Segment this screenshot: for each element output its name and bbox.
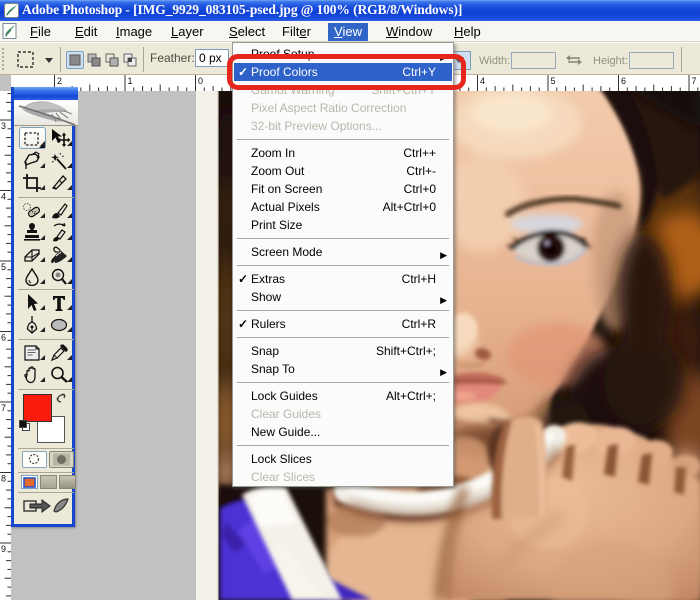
svg-text:4: 4 (480, 76, 485, 86)
svg-text:6: 6 (621, 76, 626, 86)
svg-text:1: 1 (128, 76, 133, 86)
svg-text:3: 3 (1, 121, 6, 131)
svg-text:8: 8 (1, 474, 6, 484)
svg-text:7: 7 (1, 403, 6, 413)
svg-text:6: 6 (1, 333, 6, 343)
svg-text:9: 9 (1, 544, 6, 554)
svg-text:4: 4 (1, 192, 6, 202)
svg-text:5: 5 (1, 262, 6, 272)
svg-text:7: 7 (692, 76, 697, 86)
svg-text:5: 5 (551, 76, 556, 86)
svg-text:2: 2 (57, 76, 62, 86)
svg-text:0: 0 (198, 76, 203, 86)
